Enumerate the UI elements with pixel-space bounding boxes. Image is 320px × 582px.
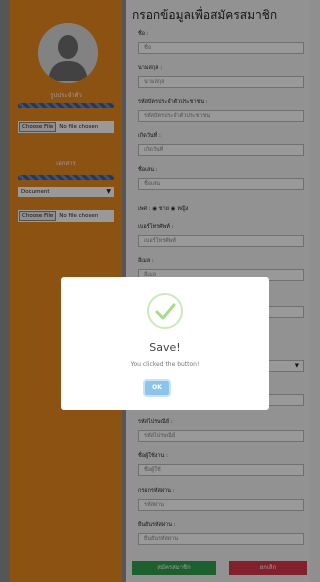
registration-page: รูปประจำตัว Choose File No file chosen เ… [0,0,310,582]
success-dialog: Save! You clicked the button! OK [61,277,269,410]
checkmark-icon [155,303,176,320]
success-circle [147,293,183,329]
dialog-message: You clicked the button! [130,361,200,368]
ok-button[interactable]: OK [145,381,169,395]
dialog-title: Save! [149,341,181,354]
